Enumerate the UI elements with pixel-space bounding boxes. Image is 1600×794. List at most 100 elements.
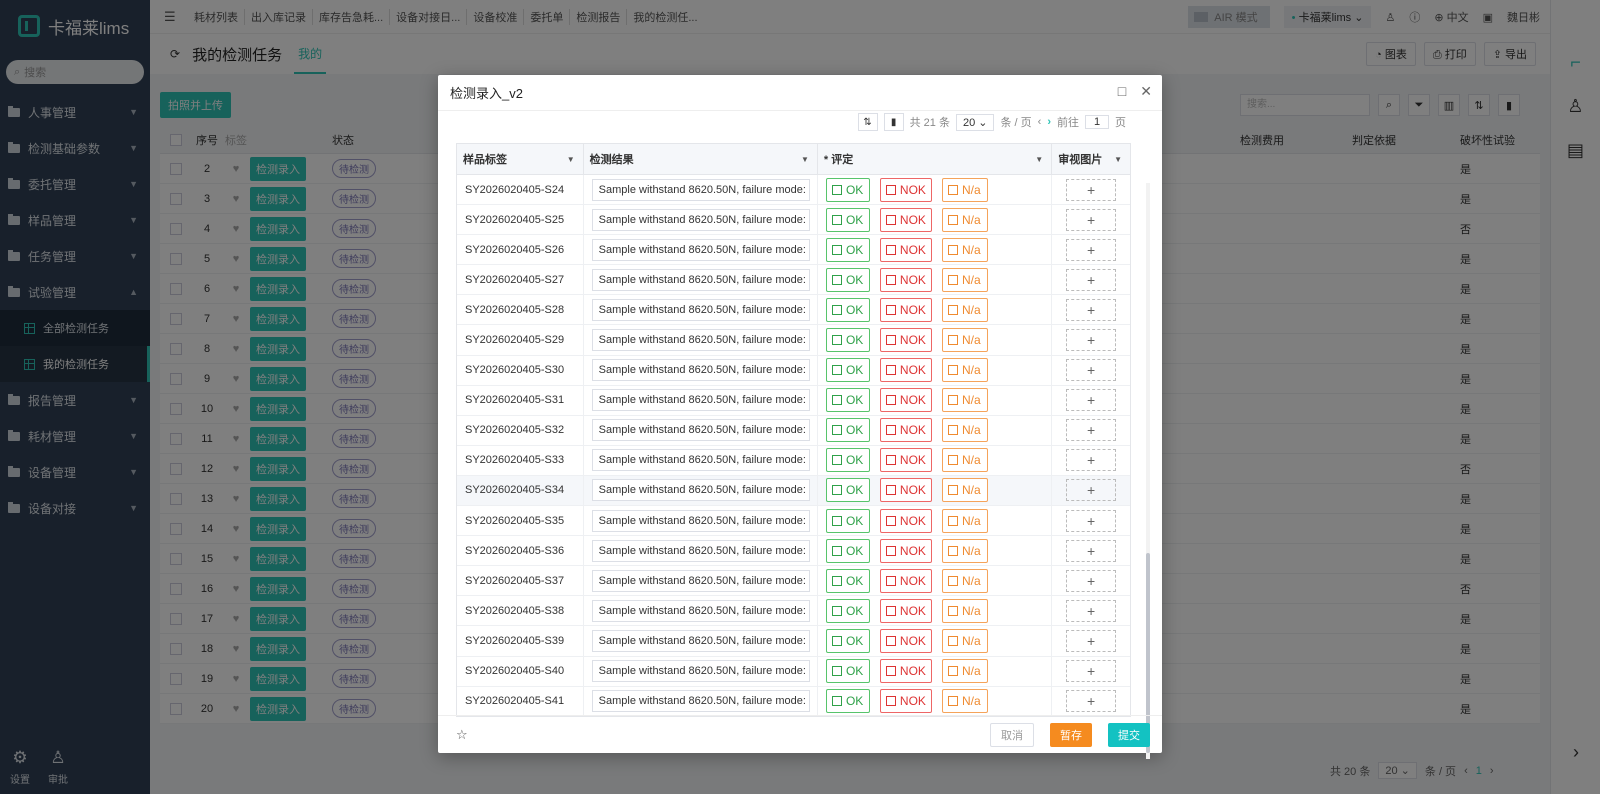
eval-ok-option[interactable]: OK [825, 598, 870, 623]
eval-ok-option[interactable]: OK [825, 267, 870, 292]
cancel-button[interactable]: 取消 [990, 722, 1034, 747]
col-result[interactable]: 检测结果 ▼ [584, 144, 818, 174]
eval-nok-option[interactable]: NOK [879, 418, 932, 443]
add-picture-button[interactable]: + [1066, 660, 1117, 683]
eval-nok-option[interactable]: NOK [879, 388, 932, 413]
prev-page-icon[interactable]: ‹ [1038, 116, 1042, 128]
maximize-icon[interactable]: □ [1118, 83, 1126, 100]
eval-na-option[interactable]: N/a [941, 328, 988, 353]
eval-nok-option[interactable]: NOK [879, 207, 932, 232]
add-picture-button[interactable]: + [1066, 629, 1117, 652]
eval-ok-option[interactable]: OK [825, 297, 870, 322]
eval-nok-option[interactable]: NOK [879, 689, 932, 714]
goto-page-input[interactable]: 1 [1085, 115, 1109, 129]
eval-nok-option[interactable]: NOK [879, 237, 932, 262]
eval-ok-option[interactable]: OK [825, 568, 870, 593]
result-input[interactable]: Sample withstand 8620.50N, failure mode:… [591, 690, 810, 713]
eval-ok-option[interactable]: OK [825, 328, 870, 353]
eval-na-option[interactable]: N/a [941, 267, 988, 292]
modal-page-size-select[interactable]: 20 ⌄ [955, 113, 995, 131]
eval-na-option[interactable]: N/a [941, 207, 988, 232]
result-input[interactable]: Sample withstand 8620.50N, failure mode:… [591, 389, 810, 412]
add-picture-button[interactable]: + [1066, 599, 1117, 622]
bar-chart-icon[interactable]: ▮ [883, 113, 904, 131]
result-input[interactable]: Sample withstand 8620.50N, failure mode:… [591, 359, 810, 382]
eval-nok-option[interactable]: NOK [879, 328, 932, 353]
eval-nok-option[interactable]: NOK [879, 177, 932, 202]
eval-ok-option[interactable]: OK [825, 448, 870, 473]
result-input[interactable]: Sample withstand 8620.50N, failure mode:… [591, 509, 810, 532]
add-picture-button[interactable]: + [1066, 268, 1117, 291]
star-icon[interactable]: ☆ [456, 727, 468, 743]
close-icon[interactable]: ✕ [1140, 83, 1152, 100]
add-picture-button[interactable]: + [1066, 208, 1117, 231]
col-picture[interactable]: 审视图片 ▼ [1052, 144, 1130, 174]
col-eval[interactable]: * 评定 ▼ [818, 144, 1053, 174]
add-picture-button[interactable]: + [1066, 449, 1117, 472]
eval-nok-option[interactable]: NOK [879, 659, 932, 684]
result-input[interactable]: Sample withstand 8620.50N, failure mode:… [591, 660, 810, 683]
eval-nok-option[interactable]: NOK [879, 508, 932, 533]
eval-ok-option[interactable]: OK [825, 418, 870, 443]
add-picture-button[interactable]: + [1066, 539, 1117, 562]
add-picture-button[interactable]: + [1066, 329, 1117, 352]
eval-ok-option[interactable]: OK [825, 207, 870, 232]
eval-na-option[interactable]: N/a [941, 358, 988, 383]
add-picture-button[interactable]: + [1066, 298, 1117, 321]
eval-ok-option[interactable]: OK [825, 177, 870, 202]
result-input[interactable]: Sample withstand 8620.50N, failure mode:… [591, 329, 810, 352]
eval-ok-option[interactable]: OK [825, 237, 870, 262]
eval-ok-option[interactable]: OK [825, 659, 870, 684]
result-input[interactable]: Sample withstand 8620.50N, failure mode:… [591, 449, 810, 472]
result-input[interactable]: Sample withstand 8620.50N, failure mode:… [591, 539, 810, 562]
eval-ok-option[interactable]: OK [825, 628, 870, 653]
add-picture-button[interactable]: + [1066, 569, 1117, 592]
add-picture-button[interactable]: + [1066, 690, 1117, 713]
eval-nok-option[interactable]: NOK [879, 598, 932, 623]
eval-na-option[interactable]: N/a [941, 297, 988, 322]
eval-ok-option[interactable]: OK [825, 689, 870, 714]
result-input[interactable]: Sample withstand 8620.50N, failure mode:… [591, 238, 810, 261]
add-picture-button[interactable]: + [1066, 389, 1117, 412]
eval-na-option[interactable]: N/a [941, 628, 988, 653]
eval-na-option[interactable]: N/a [941, 478, 988, 503]
eval-na-option[interactable]: N/a [941, 237, 988, 262]
eval-ok-option[interactable]: OK [825, 508, 870, 533]
add-picture-button[interactable]: + [1066, 359, 1117, 382]
eval-ok-option[interactable]: OK [825, 538, 870, 563]
add-picture-button[interactable]: + [1066, 479, 1117, 502]
eval-nok-option[interactable]: NOK [879, 448, 932, 473]
eval-nok-option[interactable]: NOK [879, 297, 932, 322]
submit-button[interactable]: 提交 [1108, 722, 1150, 747]
result-input[interactable]: Sample withstand 8620.50N, failure mode:… [591, 629, 810, 652]
add-picture-button[interactable]: + [1066, 238, 1117, 261]
result-input[interactable]: Sample withstand 8620.50N, failure mode:… [591, 569, 810, 592]
eval-nok-option[interactable]: NOK [879, 628, 932, 653]
eval-na-option[interactable]: N/a [941, 418, 988, 443]
eval-na-option[interactable]: N/a [941, 659, 988, 684]
eval-na-option[interactable]: N/a [941, 568, 988, 593]
col-sample-label[interactable]: 样品标签 ▼ [457, 144, 584, 174]
eval-nok-option[interactable]: NOK [879, 568, 932, 593]
eval-ok-option[interactable]: OK [825, 358, 870, 383]
eval-na-option[interactable]: N/a [941, 508, 988, 533]
result-input[interactable]: Sample withstand 8620.50N, failure mode:… [591, 208, 810, 231]
eval-nok-option[interactable]: NOK [879, 358, 932, 383]
eval-na-option[interactable]: N/a [941, 177, 988, 202]
result-input[interactable]: Sample withstand 8620.50N, failure mode:… [591, 298, 810, 321]
next-page-icon[interactable]: › [1047, 116, 1051, 128]
eval-ok-option[interactable]: OK [825, 388, 870, 413]
result-input[interactable]: Sample withstand 8620.50N, failure mode:… [591, 268, 810, 291]
eval-ok-option[interactable]: OK [825, 478, 870, 503]
eval-na-option[interactable]: N/a [941, 388, 988, 413]
eval-na-option[interactable]: N/a [941, 448, 988, 473]
add-picture-button[interactable]: + [1066, 509, 1117, 532]
result-input[interactable]: Sample withstand 8620.50N, failure mode:… [591, 479, 810, 502]
eval-na-option[interactable]: N/a [941, 538, 988, 563]
save-draft-button[interactable]: 暂存 [1050, 722, 1092, 747]
eval-nok-option[interactable]: NOK [879, 267, 932, 292]
result-input[interactable]: Sample withstand 8620.50N, failure mode:… [591, 599, 810, 622]
result-input[interactable]: Sample withstand 8620.50N, failure mode:… [591, 419, 810, 442]
eval-na-option[interactable]: N/a [941, 689, 988, 714]
eval-na-option[interactable]: N/a [941, 598, 988, 623]
